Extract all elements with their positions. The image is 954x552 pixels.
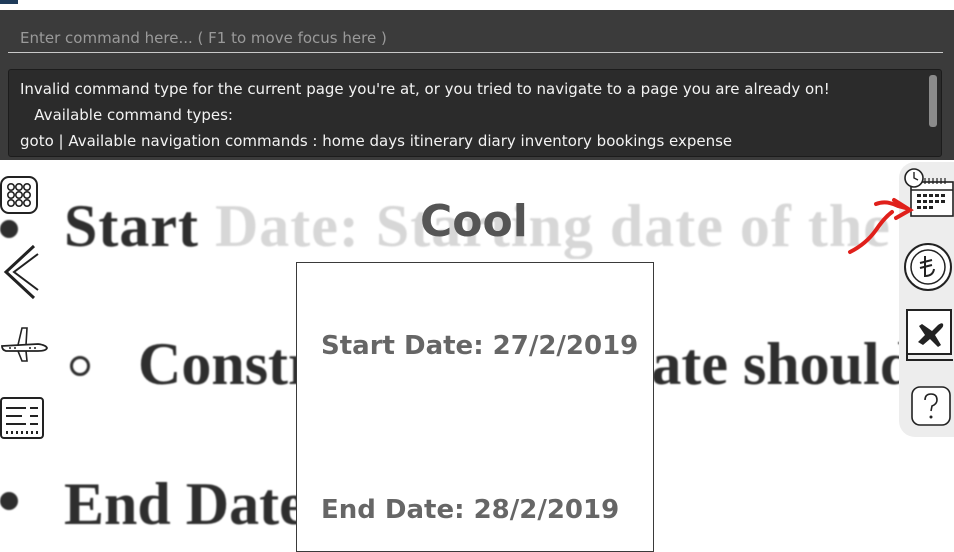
trip-start-date: Start Date: 27/2/2019 <box>321 331 639 361</box>
window-top-strip <box>0 0 954 10</box>
result-text: Invalid command type for the current pag… <box>20 76 915 154</box>
result-scrollbar-thumb[interactable] <box>929 75 937 127</box>
trip-card[interactable]: Start Date: 27/2/2019 End Date: 28/2/201… <box>296 262 654 552</box>
help-icon[interactable] <box>911 386 951 431</box>
list-icon[interactable] <box>0 396 46 447</box>
result-line: Available command types: <box>20 106 233 124</box>
trip-title: Cool <box>420 196 528 247</box>
doc-bullet <box>0 492 18 510</box>
command-input[interactable] <box>8 23 943 53</box>
plane-book-icon[interactable] <box>905 308 954 369</box>
window-menu-fragment <box>0 0 18 4</box>
airplane-icon[interactable] <box>0 324 48 369</box>
result-line: Invalid command type for the current pag… <box>20 80 830 98</box>
result-display[interactable]: Invalid command type for the current pag… <box>8 69 942 157</box>
doc-sub-bullet <box>70 356 90 376</box>
annotation-arrow-icon <box>848 198 914 254</box>
result-line: goto | Available navigation commands : h… <box>20 132 733 150</box>
left-sidebar <box>0 170 48 470</box>
trip-end-date: End Date: 28/2/2019 <box>321 495 620 525</box>
grid-icon[interactable] <box>0 176 38 219</box>
doc-line-end: End Date <box>64 471 306 537</box>
chevron-left-icon[interactable] <box>0 242 40 307</box>
command-panel: Invalid command type for the current pag… <box>0 10 954 160</box>
